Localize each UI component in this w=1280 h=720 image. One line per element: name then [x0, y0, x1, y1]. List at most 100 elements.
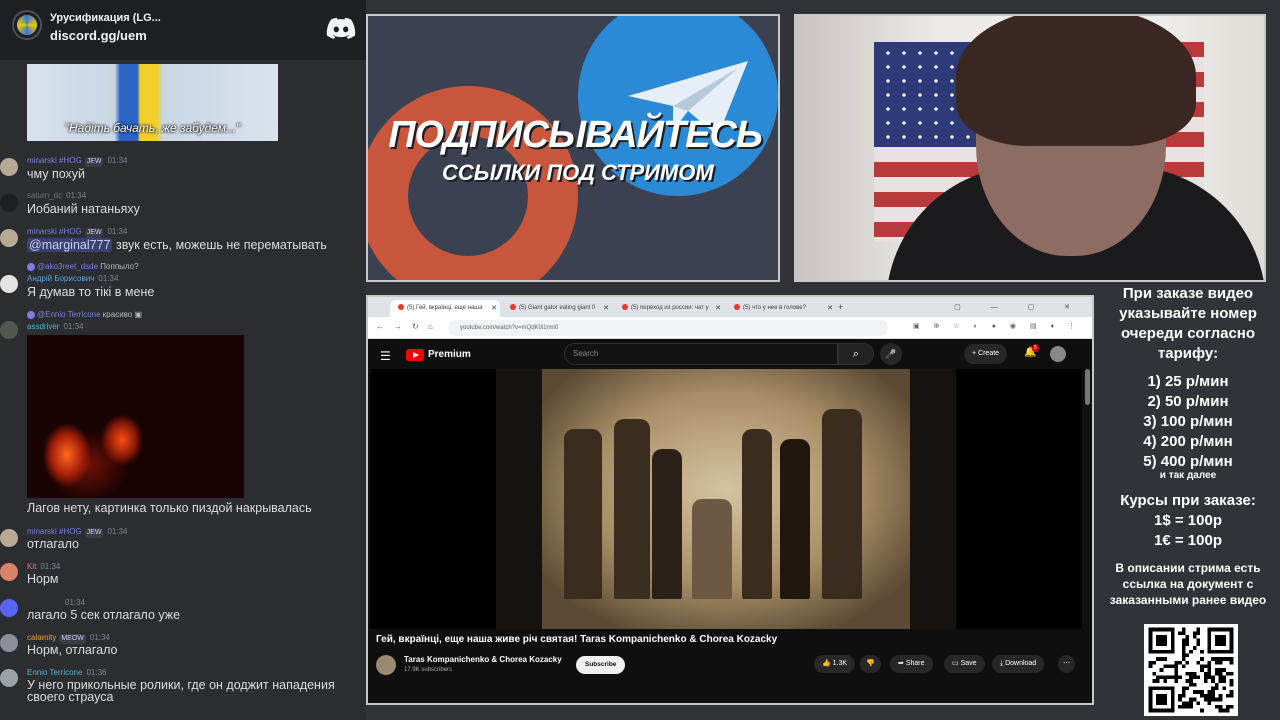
- avatar[interactable]: [1050, 346, 1066, 362]
- chat-message: saturn_dc 01:34 Иобаний натаньяху: [0, 190, 366, 220]
- message-time: 01:34: [63, 322, 84, 331]
- extension-icons[interactable]: ▣ ⊕ ☆ ◐ ● ◉ ▤ ♦ ⋮: [913, 322, 1081, 330]
- browser-tab[interactable]: (5) переход из россии: чат у ✕: [614, 300, 724, 317]
- message-text: У него прикольные ролики, где он доджит …: [27, 678, 335, 704]
- share-button[interactable]: ➦ Share: [890, 655, 933, 673]
- forward-icon[interactable]: →: [394, 322, 402, 331]
- close-icon[interactable]: ✕: [491, 300, 497, 317]
- message-time: 01:34: [98, 274, 119, 283]
- close-icon[interactable]: ✕: [827, 300, 833, 317]
- message-meta: assdriver 01:34: [27, 321, 83, 333]
- more-options-icon[interactable]: ⋯: [1058, 655, 1075, 673]
- role-badge: JEW: [84, 528, 104, 538]
- figure: [742, 429, 772, 599]
- avatar[interactable]: [0, 194, 18, 212]
- video-player[interactable]: [370, 369, 1082, 629]
- browser-tab[interactable]: (5) Giant gator eating giant fi ✕: [502, 300, 612, 317]
- youtube-logo-icon[interactable]: [406, 349, 424, 361]
- new-tab-icon[interactable]: +: [838, 300, 843, 315]
- scrollbar[interactable]: [1085, 369, 1090, 405]
- message-meta: minarski #HOG JEW 01:34: [27, 155, 128, 167]
- server-invite-link[interactable]: discord.gg/uem: [50, 28, 147, 43]
- message-author[interactable]: Kit: [27, 562, 36, 571]
- browser-tab-bar: (5) Гей, вкраїнці, еще наша ✕ (5) Giant g…: [368, 297, 1092, 317]
- message-meta: saturn_dc 01:34: [27, 190, 86, 202]
- address-bar[interactable]: youtube.com/watch?v=mQdK0i1rmi0: [448, 320, 888, 336]
- chat-message: 01:34 лагало 5 сек отлагало уже: [0, 597, 366, 627]
- flag-image-caption: "Надіть бачать, же забудем...": [64, 121, 241, 135]
- discord-server-header[interactable]: Урусификация (LG... discord.gg/uem: [0, 0, 366, 60]
- avatar[interactable]: [0, 275, 18, 293]
- tab-title: (5) Гей, вкраїнці, еще наша: [407, 305, 483, 311]
- back-icon[interactable]: ←: [376, 322, 384, 331]
- channel-avatar[interactable]: [376, 655, 396, 675]
- save-button[interactable]: ▭ Save: [944, 655, 985, 673]
- download-icon: ⤓: [1000, 660, 1004, 667]
- avatar[interactable]: [0, 158, 18, 176]
- message-time: 01:36: [86, 668, 107, 677]
- subscribe-button[interactable]: Subscribe: [576, 656, 626, 674]
- window-controls[interactable]: ▢ — ▢ ✕: [954, 300, 1084, 315]
- avatar[interactable]: [0, 563, 18, 581]
- reply-user: @ako3reet_dsde: [37, 262, 99, 271]
- message-author[interactable]: minarski #HOG: [27, 527, 82, 536]
- avatar[interactable]: [0, 229, 18, 247]
- message-text: @marginal777 звук есть, можешь не перема…: [27, 238, 327, 253]
- rates-heading: Курсы при заказе:: [1120, 492, 1256, 509]
- fire-image-attachment[interactable]: [27, 335, 244, 498]
- message-author[interactable]: minarski #HOG: [27, 156, 82, 165]
- message-author[interactable]: Андрій Борисович: [27, 274, 94, 283]
- dislike-button[interactable]: 👎: [860, 655, 881, 673]
- browser-nav-bar: ← → ↻ ⌂ youtube.com/watch?v=mQdK0i1rmi0 …: [368, 317, 1092, 339]
- chat-message: minarski #HOG JEW 01:34 отлагало: [0, 526, 366, 556]
- channel-name[interactable]: Taras Kompanichenko & Chorea Kozacky: [404, 655, 562, 664]
- user-mention[interactable]: @marginal777: [27, 238, 113, 252]
- avatar[interactable]: [0, 529, 18, 547]
- message-author[interactable]: assdriver: [27, 322, 59, 331]
- search-icon[interactable]: ⌕: [838, 343, 874, 365]
- home-icon[interactable]: ⌂: [428, 322, 433, 331]
- browser-tab[interactable]: (5) что у нее в голове? ✕: [726, 300, 836, 317]
- download-button[interactable]: ⤓ Download: [992, 655, 1045, 673]
- figure: [564, 429, 602, 599]
- search-input[interactable]: Search: [564, 343, 838, 365]
- reload-icon[interactable]: ↻: [412, 322, 419, 331]
- reply-reference[interactable]: @ako3reet_dsde Поппыло?: [27, 261, 139, 273]
- microphone-icon[interactable]: 🎤: [880, 343, 902, 365]
- image-icon: ▣: [134, 310, 143, 319]
- message-time: 01:34: [66, 191, 87, 200]
- message-author[interactable]: saturn_dc: [27, 191, 62, 200]
- avatar[interactable]: [0, 321, 18, 339]
- streamer-hair: [956, 16, 1196, 146]
- rate-item: 1€ = 100р: [1154, 532, 1222, 549]
- chat-message: calamity MEOW 01:34 Норм, отлагало: [0, 632, 366, 662]
- message-author[interactable]: minarski #HOG: [27, 227, 82, 236]
- message-time: 01:34: [65, 598, 86, 607]
- reply-reference[interactable]: @Ennio Terricone красиво ▣: [27, 309, 142, 321]
- youtube-brand[interactable]: Premium: [428, 349, 471, 360]
- promo-banner: ПОДПИСЫВАЙТЕСЬ ССЫЛКИ ПОД СТРИМОМ: [366, 14, 780, 282]
- create-button[interactable]: + Create: [964, 344, 1008, 364]
- discord-logo-icon: [326, 17, 356, 39]
- chat-message: minarski #HOG JEW 01:34 чму похуй: [0, 155, 366, 185]
- chat-message: Ennio Terricone 01:36 У него прикольные р…: [0, 667, 366, 717]
- discord-chat-panel: Урусификация (LG... discord.gg/uem "Наді…: [0, 0, 366, 720]
- message-author[interactable]: calamity: [27, 633, 56, 642]
- reply-avatar-icon: [27, 262, 35, 271]
- avatar[interactable]: [0, 669, 18, 687]
- hamburger-menu-icon[interactable]: ☰: [380, 349, 391, 363]
- tariff-item: 2) 50 р/мин: [1147, 393, 1229, 410]
- browser-tab[interactable]: (5) Гей, вкраїнці, еще наша ✕: [390, 300, 500, 317]
- tab-title: (5) что у нее в голове?: [743, 305, 806, 311]
- close-icon[interactable]: ✕: [603, 300, 609, 317]
- tab-title: (5) переход из россии: чат у: [631, 305, 709, 311]
- like-button[interactable]: 👍 1.3K: [814, 655, 856, 673]
- browser-window: (5) Гей, вкраїнці, еще наша ✕ (5) Giant g…: [366, 295, 1094, 705]
- flag-attachment-image[interactable]: "Надіть бачать, же забудем...": [27, 64, 278, 141]
- message-author[interactable]: Ennio Terricone: [27, 668, 82, 677]
- download-label: Download: [1005, 660, 1037, 667]
- avatar[interactable]: [0, 634, 18, 652]
- tariff-item: 5) 400 р/мин: [1143, 453, 1233, 470]
- discord-avatar-icon[interactable]: [0, 599, 18, 617]
- close-icon[interactable]: ✕: [715, 300, 721, 317]
